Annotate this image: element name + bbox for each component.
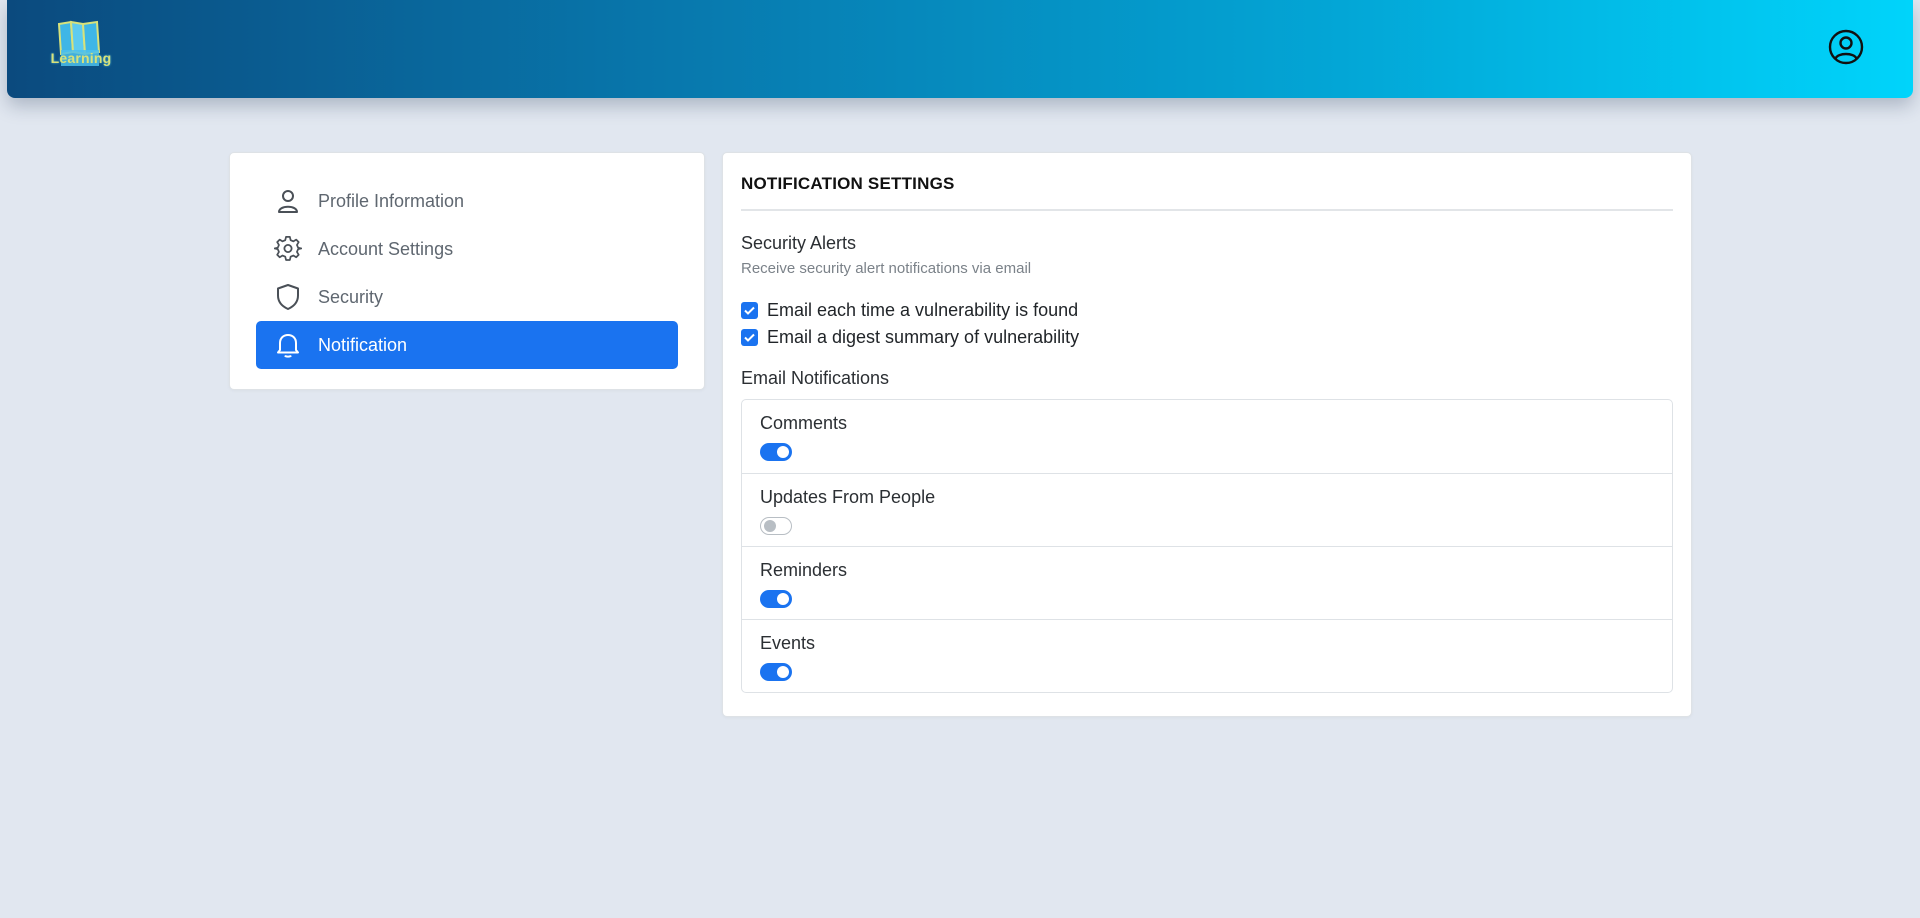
security-option-row: Email each time a vulnerability is found (741, 297, 1673, 324)
sidebar-item-security[interactable]: Security (256, 273, 678, 321)
list-item-label: Reminders (760, 560, 848, 580)
sidebar-item-label: Security (318, 286, 384, 307)
checkmark-icon (744, 306, 755, 315)
sidebar-item-label: Notification (318, 334, 408, 355)
toggle-knob (764, 520, 776, 532)
email-notifications-list: Comments Updates From People Reminders E… (741, 399, 1673, 693)
security-alerts-subtitle: Receive security alert notifications via… (741, 260, 1032, 277)
checkbox-label: Email each time a vulnerability is found (767, 300, 1079, 320)
security-option-row: Email a digest summary of vulnerability (741, 324, 1673, 351)
security-alert-options: Email each time a vulnerability is found… (741, 297, 1673, 351)
updates-from-people-toggle[interactable] (760, 517, 792, 535)
email-notifications-title: Email Notifications (741, 368, 890, 388)
sidebar-item-notification[interactable]: Notification (256, 321, 678, 369)
logo-text: Learning (50, 50, 112, 66)
page-title: NOTIFICATION SETTINGS (741, 153, 1673, 211)
sidebar-item-profile-information[interactable]: Profile Information (256, 177, 678, 225)
toggle-knob (777, 593, 789, 605)
sidebar-item-label: Profile Information (318, 190, 465, 211)
list-item: Events (742, 619, 1672, 692)
security-alerts-title: Security Alerts (741, 233, 857, 253)
digest-summary-checkbox[interactable] (741, 329, 758, 346)
events-toggle[interactable] (760, 663, 792, 681)
toggle-knob (777, 446, 789, 458)
list-item-label: Updates From People (760, 487, 936, 507)
gear-icon (274, 235, 302, 263)
sidebar-item-label: Account Settings (318, 238, 454, 259)
vulnerability-found-checkbox[interactable] (741, 302, 758, 319)
reminders-toggle[interactable] (760, 590, 792, 608)
sidebar-card: Profile Information Account Settings Sec… (229, 152, 705, 390)
toggle-knob (777, 666, 789, 678)
person-icon (274, 187, 302, 215)
checkmark-icon (744, 333, 755, 342)
bell-icon (274, 331, 302, 359)
books-icon (57, 20, 101, 66)
list-item: Updates From People (742, 473, 1672, 546)
shield-icon (274, 283, 302, 311)
list-item-label: Events (760, 633, 816, 653)
logo[interactable]: Learning (41, 20, 121, 76)
list-item: Reminders (742, 546, 1672, 619)
notification-settings-card: NOTIFICATION SETTINGS Security Alerts Re… (722, 152, 1692, 717)
top-header: Learning (7, 0, 1913, 98)
comments-toggle[interactable] (760, 443, 792, 461)
list-item-label: Comments (760, 413, 848, 433)
checkbox-label: Email a digest summary of vulnerability (767, 327, 1080, 347)
sidebar-item-account-settings[interactable]: Account Settings (256, 225, 678, 273)
list-item: Comments (742, 400, 1672, 473)
user-circle-icon (1828, 29, 1864, 65)
user-account-button[interactable] (1827, 28, 1865, 66)
